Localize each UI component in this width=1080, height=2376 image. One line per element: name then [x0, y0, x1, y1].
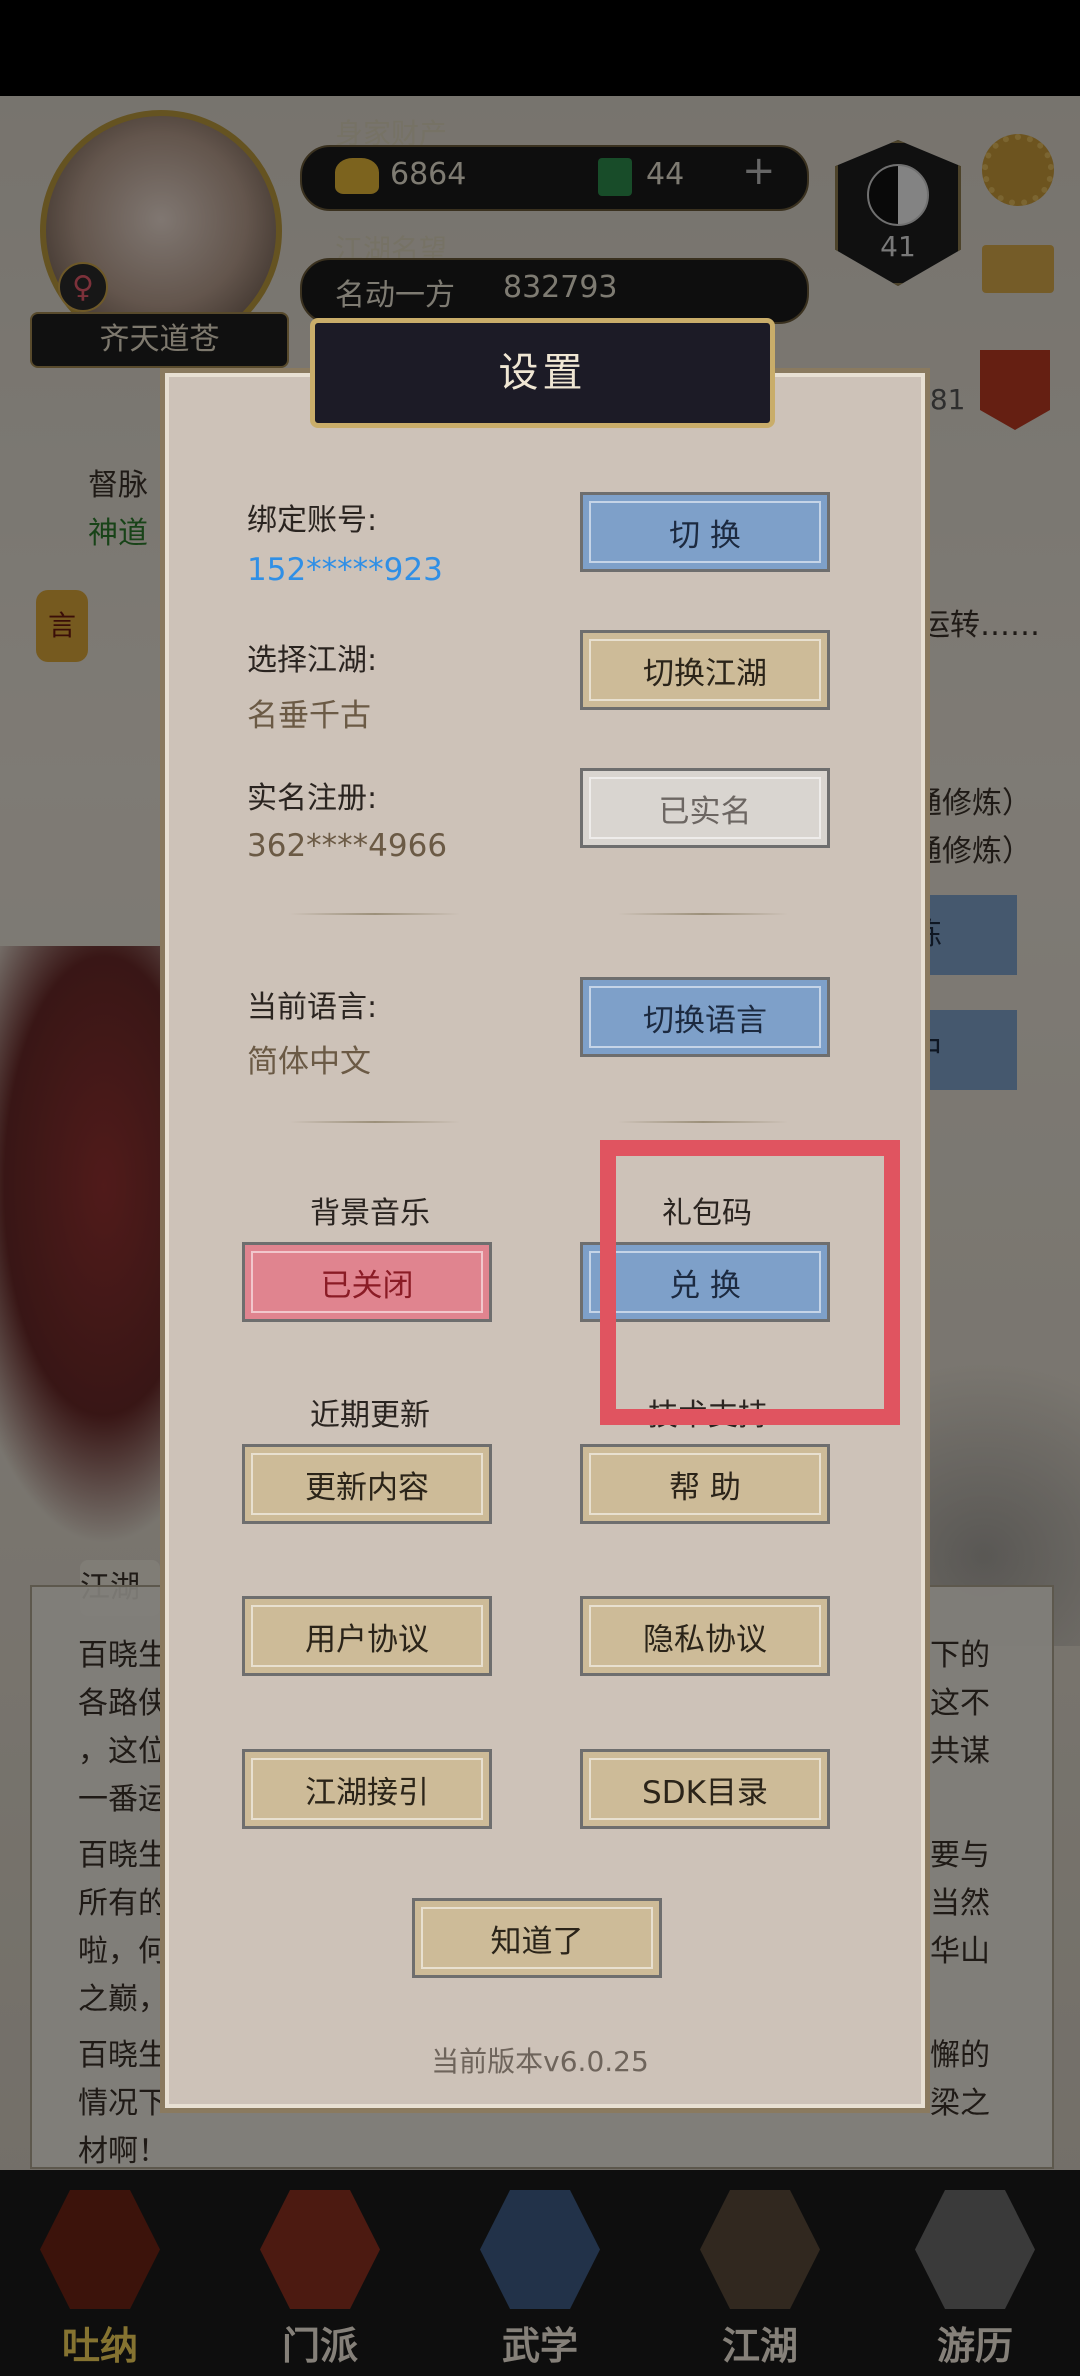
bind-account-label: 绑定账号: — [247, 503, 378, 538]
version-text: 当前版本v6.0.25 — [431, 2045, 649, 2078]
divider-right-2 — [618, 1121, 788, 1123]
help-button[interactable]: 帮 助 — [580, 1444, 830, 1524]
ok-button[interactable]: 知道了 — [412, 1898, 662, 1978]
jianghu-value: 名垂千古 — [247, 698, 371, 734]
bgm-toggle-label: 已关闭 — [320, 1267, 414, 1304]
realname-status-label: 已实名 — [658, 793, 752, 830]
sdk-directory-label: SDK目录 — [642, 1774, 768, 1811]
realname-value: 362****4966 — [247, 828, 448, 864]
switch-account-button[interactable]: 切 换 — [580, 492, 830, 572]
language-label: 当前语言: — [247, 990, 378, 1025]
select-jianghu-label: 选择江湖: — [247, 643, 378, 678]
realname-label: 实名注册: — [247, 781, 378, 816]
switch-account-label: 切 换 — [669, 517, 741, 554]
switch-jianghu-button[interactable]: 切换江湖 — [580, 630, 830, 710]
sdk-directory-button[interactable]: SDK目录 — [580, 1749, 830, 1829]
privacy-policy-label: 隐私协议 — [643, 1621, 767, 1658]
user-agreement-button[interactable]: 用户协议 — [242, 1596, 492, 1676]
bgm-label: 背景音乐 — [310, 1196, 430, 1231]
highlight-box — [600, 1140, 900, 1425]
bgm-toggle-button[interactable]: 已关闭 — [242, 1242, 492, 1322]
settings-title: 设置 — [310, 318, 775, 428]
realname-status-button: 已实名 — [580, 768, 830, 848]
ok-label: 知道了 — [490, 1923, 584, 1960]
account-value: 152*****923 — [247, 552, 443, 588]
language-value: 简体中文 — [247, 1044, 371, 1080]
user-agreement-label: 用户协议 — [305, 1621, 429, 1658]
jianghu-guide-button[interactable]: 江湖接引 — [242, 1749, 492, 1829]
jianghu-guide-label: 江湖接引 — [305, 1774, 429, 1811]
divider-left-1 — [290, 913, 460, 915]
status-bar — [0, 0, 1080, 96]
switch-jianghu-label: 切换江湖 — [643, 655, 767, 692]
privacy-policy-button[interactable]: 隐私协议 — [580, 1596, 830, 1676]
help-label: 帮 助 — [669, 1469, 741, 1506]
divider-right-1 — [618, 913, 788, 915]
update-content-button[interactable]: 更新内容 — [242, 1444, 492, 1524]
divider-left-2 — [290, 1121, 460, 1123]
update-content-label: 更新内容 — [305, 1469, 429, 1506]
switch-language-button[interactable]: 切换语言 — [580, 977, 830, 1057]
switch-language-label: 切换语言 — [643, 1002, 767, 1039]
recent-update-label: 近期更新 — [310, 1398, 430, 1433]
